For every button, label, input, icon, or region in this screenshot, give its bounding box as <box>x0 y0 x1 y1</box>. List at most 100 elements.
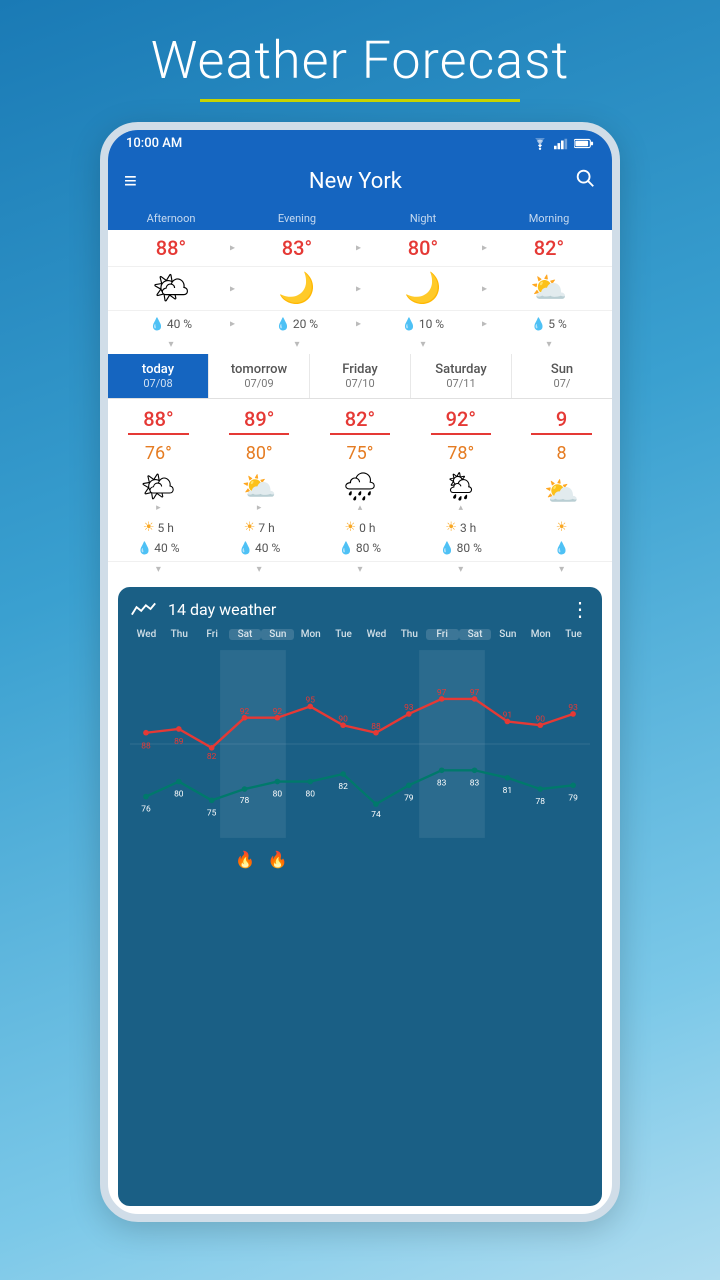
bottom-icon-7 <box>360 850 393 869</box>
svg-text:81: 81 <box>503 786 512 796</box>
sunshine-2: ☀0 h <box>310 520 411 535</box>
sunshine-row: ☀5 h ☀7 h ☀0 h ☀3 h ☀ <box>108 517 612 538</box>
svg-text:83: 83 <box>437 778 447 788</box>
search-icon[interactable] <box>574 167 596 195</box>
fourteen-day-title: 14 day weather <box>168 600 276 619</box>
tab-saturday[interactable]: Saturday 07/11 <box>411 354 512 398</box>
title-underline <box>200 99 520 102</box>
svg-text:95: 95 <box>306 696 316 706</box>
sunshine-0: ☀5 h <box>108 520 209 535</box>
hourly-header-afternoon: Afternoon <box>108 209 234 228</box>
daily-data: 88° 89° 82° 92° 9 76° <box>108 399 612 579</box>
bottom-icon-13 <box>557 850 590 869</box>
day-label-13: Tue <box>557 629 590 640</box>
sunshine-4: ☀ <box>511 520 612 535</box>
bottom-icon-0 <box>130 850 163 869</box>
day-label-4: Sun <box>261 629 294 640</box>
svg-text:92: 92 <box>240 707 250 717</box>
hourly-section: Afternoon Evening Night Morning 88° ▸ 83… <box>108 205 612 354</box>
daily-precip-2: 💧80 % <box>310 541 411 555</box>
fourteen-header: 14 day weather ⋮ <box>130 597 590 621</box>
hourly-header-evening: Evening <box>234 209 360 228</box>
daily-high-2: 82° <box>310 407 411 437</box>
day-label-11: Sun <box>491 629 524 640</box>
svg-text:93: 93 <box>568 703 578 713</box>
daily-high-0: 88° <box>108 407 209 437</box>
hourly-temps-row: 88° ▸ 83° ▸ 80° ▸ 82° <box>108 230 612 267</box>
daily-low-1: 80° <box>209 443 310 464</box>
svg-text:78: 78 <box>240 796 250 806</box>
time: 10:00 AM <box>126 136 182 151</box>
daily-high-3: 92° <box>410 407 511 437</box>
svg-text:76: 76 <box>141 805 151 815</box>
hourly-temp-2: 80° ▸ <box>360 236 486 260</box>
day-labels-row: Wed Thu Fri Sat Sun Mon Tue Wed Thu Fri … <box>130 629 590 640</box>
svg-text:79: 79 <box>404 793 414 803</box>
svg-text:91: 91 <box>503 711 512 721</box>
tab-friday[interactable]: Friday 07/10 <box>310 354 411 398</box>
hourly-icon-1: 🌙 ▸ <box>234 271 360 306</box>
svg-text:80: 80 <box>306 790 316 800</box>
tab-sunday[interactable]: Sun 07/ <box>512 354 612 398</box>
more-options-icon[interactable]: ⋮ <box>570 597 590 621</box>
bottom-icon-12 <box>524 850 557 869</box>
day-label-1: Thu <box>163 629 196 640</box>
daily-precip-1: 💧40 % <box>209 541 310 555</box>
svg-text:90: 90 <box>536 714 546 724</box>
app-bar: ≡ New York <box>108 157 612 205</box>
tab-today[interactable]: today 07/08 <box>108 354 209 398</box>
sunshine-3: ☀3 h <box>410 520 511 535</box>
day-label-8: Thu <box>393 629 426 640</box>
svg-text:82: 82 <box>338 782 348 792</box>
svg-text:75: 75 <box>207 808 217 818</box>
daily-high-4: 9 <box>511 407 612 437</box>
daily-highs-row: 88° 89° 82° 92° 9 <box>108 399 612 439</box>
daily-precip-3: 💧80 % <box>410 541 511 555</box>
phone-frame: 10:00 AM ≡ <box>100 122 620 1222</box>
svg-text:88: 88 <box>141 742 151 752</box>
bottom-icon-6 <box>327 850 360 869</box>
svg-text:93: 93 <box>404 703 414 713</box>
daily-precip-4: 💧 <box>511 541 612 555</box>
chart-line-icon <box>130 599 158 619</box>
hourly-icon-3: ⛅ <box>486 271 612 306</box>
bottom-icons-row: 🔥 🔥 <box>130 850 590 869</box>
bottom-icon-10 <box>459 850 492 869</box>
day-label-5: Mon <box>294 629 327 640</box>
daily-high-1: 89° <box>209 407 310 437</box>
hourly-precip-3: 💧5 % <box>486 317 612 331</box>
wifi-icon <box>532 138 548 150</box>
hourly-header-morning: Morning <box>486 209 612 228</box>
hourly-temp-3: 82° <box>486 236 612 260</box>
svg-text:97: 97 <box>437 688 447 698</box>
status-bar: 10:00 AM <box>108 130 612 157</box>
daily-tabs: today 07/08 tomorrow 07/09 Friday 07/10 … <box>108 354 612 399</box>
daily-low-0: 76° <box>108 443 209 464</box>
svg-text:92: 92 <box>273 707 283 717</box>
sunshine-1: ☀7 h <box>209 520 310 535</box>
daily-icon-2: 🌧 ▴ <box>310 470 411 513</box>
day-label-9: Fri <box>426 629 459 640</box>
daily-icon-1: ⛅ ▸ <box>209 470 310 513</box>
day-label-0: Wed <box>130 629 163 640</box>
svg-text:78: 78 <box>536 797 546 807</box>
bottom-icon-1 <box>163 850 196 869</box>
svg-text:79: 79 <box>568 793 578 803</box>
svg-text:82: 82 <box>207 752 217 762</box>
tab-tomorrow[interactable]: tomorrow 07/09 <box>209 354 310 398</box>
daily-arrows-row: ▾ ▾ ▾ ▾ ▾ <box>108 562 612 579</box>
city-name: New York <box>153 169 558 194</box>
day-label-2: Fri <box>196 629 229 640</box>
bottom-icon-9 <box>426 850 459 869</box>
hourly-precip-1: 💧20 % ▸ <box>234 317 360 331</box>
day-label-10: Sat <box>459 629 492 640</box>
menu-icon[interactable]: ≡ <box>124 168 137 194</box>
bottom-icon-11 <box>491 850 524 869</box>
daily-icons-row: 🌤 ▸ ⛅ ▸ 🌧 ▴ 🌦 ▴ ⛅ <box>108 466 612 517</box>
svg-text:74: 74 <box>371 810 381 820</box>
hourly-precip-2: 💧10 % ▸ <box>360 317 486 331</box>
daily-precip-0: 💧40 % <box>108 541 209 555</box>
hourly-temp-0: 88° ▸ <box>108 236 234 260</box>
status-icons <box>532 138 594 150</box>
daily-low-2: 75° <box>310 443 411 464</box>
